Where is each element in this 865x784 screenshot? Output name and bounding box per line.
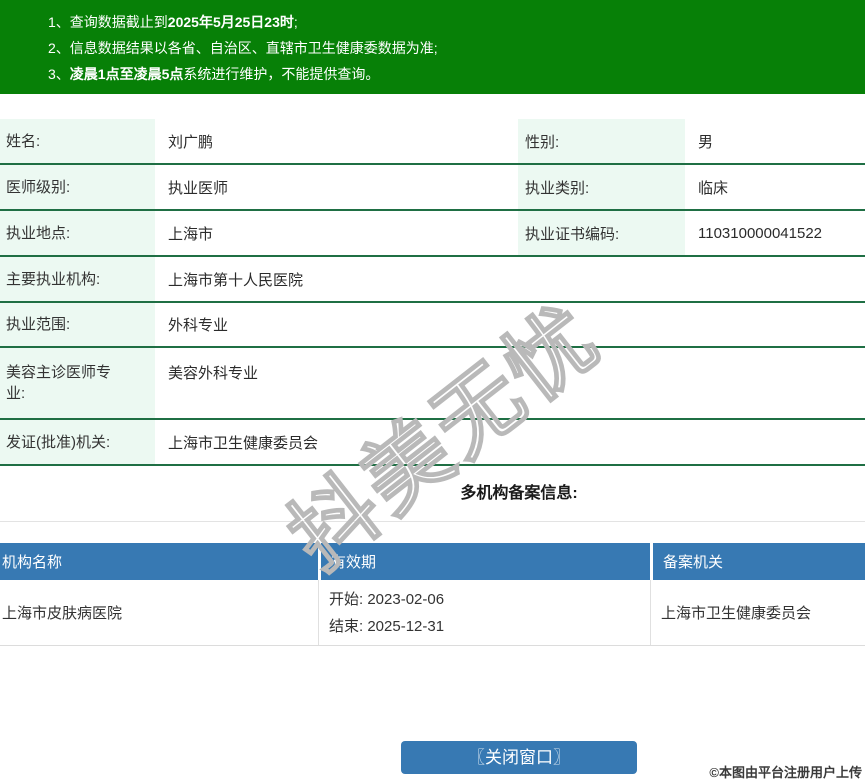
notice-banner: 1、查询数据截止到2025年5月25日23时; 2、信息数据结果以各省、自治区、… [0, 0, 865, 94]
value-text: 上海市皮肤病医院 [2, 605, 123, 622]
label-text: 美容主诊医师专业: [6, 364, 112, 402]
filing-table-row: 上海市皮肤病医院 开始: 2023-02-06 结束: 2025-12-31 上… [0, 580, 865, 646]
label-text: 主要执业机构: [6, 270, 101, 288]
filing-table-header: 机构名称 有效期 备案机关 [0, 543, 865, 580]
value-text: 执业医师 [168, 179, 229, 197]
header-org-name: 机构名称 [2, 554, 63, 571]
field-label-name: 姓名: [0, 119, 155, 163]
field-label-practice-scope: 执业范围: [0, 303, 155, 346]
copyright-watermark: ©本图由平台注册用户上传 [709, 765, 862, 780]
value-text: 美容外科专业 [168, 365, 259, 382]
notice-number: 3、 [48, 66, 70, 82]
notice-line: 1、查询数据截止到2025年5月25日23时; [48, 9, 855, 35]
table-row: 执业范围: 外科专业 [0, 303, 865, 348]
notice-text: ; [293, 14, 298, 30]
field-label-main-institution: 主要执业机构: [0, 257, 155, 301]
field-value-issuing-authority: 上海市卫生健康委员会 [155, 420, 865, 464]
field-value-certificate-number: 110310000041522 [685, 211, 865, 255]
table-row: 执业地点: 上海市 执业证书编码: 110310000041522 [0, 211, 865, 257]
label-text: 性别: [525, 133, 560, 151]
notice-number: 1、 [48, 14, 70, 30]
value-text: 上海市卫生健康委员会 [168, 434, 319, 452]
filing-section-title: 多机构备案信息: [460, 485, 578, 502]
field-value-cosmetic-specialty: 美容外科专业 [155, 348, 865, 418]
notice-bold-text: 2025年5月25日23时 [167, 14, 294, 30]
label-text: 执业类别: [525, 179, 590, 197]
notice-number: 2、 [48, 40, 70, 56]
notice-text: 系统进行维护，不能提供查询。 [183, 66, 380, 82]
field-label-practice-category: 执业类别: [518, 165, 685, 209]
filing-section: 多机构备案信息: 机构名称 有效期 备案机关 上海市皮肤病医院 开始: 2023… [0, 483, 865, 774]
notice-bold-text: 凌晨1点至凌晨5点 [69, 66, 184, 82]
table-row: 主要执业机构: 上海市第十人民医院 [0, 257, 865, 303]
field-label-issuing-authority: 发证(批准)机关: [0, 420, 155, 464]
value-text: 上海市卫生健康委员会 [661, 605, 812, 622]
value-text: 上海市 [168, 225, 214, 243]
table-row: 姓名: 刘广鹏 性别: 男 [0, 119, 865, 165]
notice-line: 2、信息数据结果以各省、自治区、直辖市卫生健康委数据为准; [48, 35, 855, 61]
filing-table: 机构名称 有效期 备案机关 上海市皮肤病医院 开始: 2023-02-06 结束… [0, 543, 865, 646]
notice-line: 3、凌晨1点至凌晨5点系统进行维护，不能提供查询。 [48, 61, 855, 87]
header-filing-authority: 备案机关 [650, 543, 865, 580]
label-text: 执业地点: [6, 224, 71, 242]
label-text: 执业证书编码: [525, 225, 620, 243]
field-label-doctor-level: 医师级别: [0, 165, 155, 209]
cell-org-name: 上海市皮肤病医院 [0, 580, 318, 645]
cell-filing-authority: 上海市卫生健康委员会 [650, 580, 865, 645]
value-text: 刘广鹏 [168, 133, 214, 151]
field-value-doctor-level: 执业医师 [155, 165, 518, 209]
field-value-main-institution: 上海市第十人民医院 [155, 257, 865, 301]
label-text: 姓名: [6, 132, 41, 150]
field-value-gender: 男 [685, 119, 865, 163]
validity-start: 开始: 2023-02-06 [329, 590, 445, 608]
section-divider [0, 521, 865, 522]
field-value-practice-scope: 外科专业 [155, 303, 865, 346]
close-window-button[interactable]: 〖关闭窗口〗 [401, 741, 637, 774]
label-text: 发证(批准)机关: [6, 433, 111, 451]
field-label-gender: 性别: [518, 119, 685, 163]
value-text: 110310000041522 [698, 224, 823, 242]
table-row: 发证(批准)机关: 上海市卫生健康委员会 [0, 420, 865, 466]
field-label-cosmetic-specialty: 美容主诊医师专业: [0, 348, 155, 418]
field-value-practice-location: 上海市 [155, 211, 518, 255]
field-label-practice-location: 执业地点: [0, 211, 155, 255]
label-text: 执业范围: [6, 316, 71, 333]
value-text: 外科专业 [168, 317, 229, 334]
label-text: 医师级别: [6, 178, 71, 196]
practitioner-detail-table: 姓名: 刘广鹏 性别: 男 医师级别: 执业医师 执业类别: 临床 执业地点: … [0, 119, 865, 466]
field-value-practice-category: 临床 [685, 165, 865, 209]
table-row: 美容主诊医师专业: 美容外科专业 [0, 348, 865, 420]
notice-text: 信息数据结果以各省、自治区、直辖市卫生健康委数据为准; [69, 40, 438, 56]
cell-validity-period: 开始: 2023-02-06 结束: 2025-12-31 [318, 580, 650, 645]
value-text: 男 [698, 133, 714, 151]
field-value-name: 刘广鹏 [155, 119, 518, 163]
table-row: 医师级别: 执业医师 执业类别: 临床 [0, 165, 865, 211]
validity-end: 结束: 2025-12-31 [329, 617, 445, 635]
header-validity-period: 有效期 [318, 543, 650, 580]
value-text: 临床 [698, 179, 729, 197]
value-text: 上海市第十人民医院 [168, 271, 304, 289]
field-label-certificate-number: 执业证书编码: [518, 211, 685, 255]
notice-text: 查询数据截止到 [69, 14, 168, 30]
